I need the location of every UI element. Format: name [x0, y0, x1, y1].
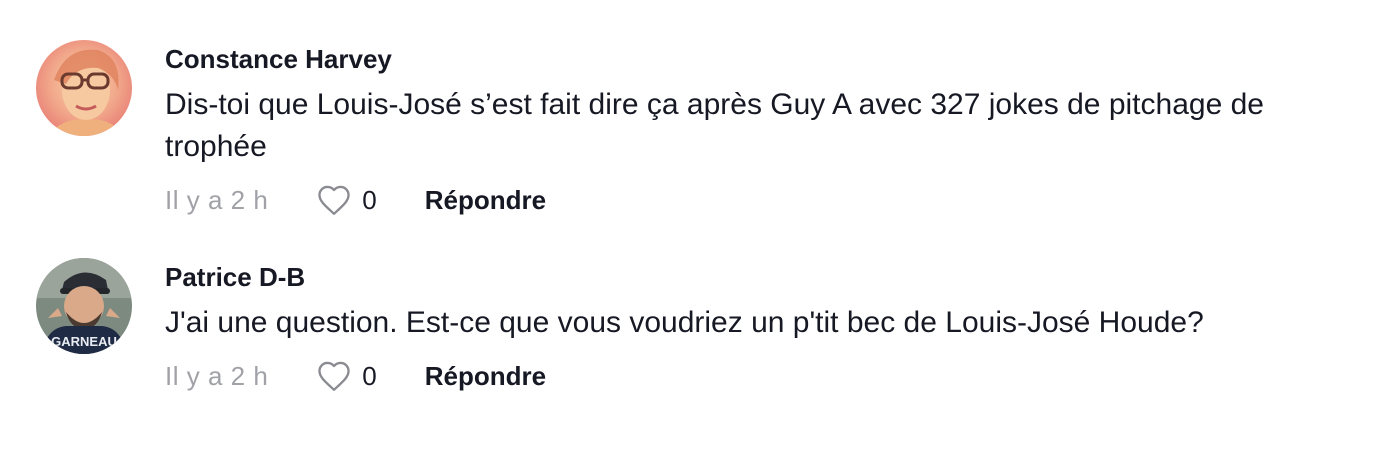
avatar-photo: GARNEAU: [36, 258, 132, 354]
comment-actions: Il y a 2 h 0 Répondre: [165, 180, 546, 220]
comment-timestamp: Il y a 2 h: [165, 360, 269, 391]
like-count: 0: [362, 360, 377, 391]
avatar[interactable]: [36, 40, 132, 136]
like-count: 0: [362, 184, 377, 215]
like-button[interactable]: 0: [316, 360, 377, 392]
like-button[interactable]: 0: [316, 184, 377, 216]
comment-text: Dis-toi que Louis-José s’est fait dire ç…: [165, 88, 1264, 163]
comment-username[interactable]: Patrice D-B: [165, 262, 305, 293]
heart-icon: [318, 361, 350, 391]
heart-icon: [318, 185, 350, 215]
comment-list: Constance Harvey Dis-toi que Louis-José …: [0, 0, 1386, 470]
comment-username[interactable]: Constance Harvey: [165, 44, 392, 75]
avatar-photo: [36, 40, 132, 136]
avatar[interactable]: GARNEAU: [36, 258, 132, 354]
reply-button[interactable]: Répondre: [425, 361, 546, 392]
avatar-shirt-text: GARNEAU: [51, 334, 117, 349]
comment-actions: Il y a 2 h 0 Répondre: [165, 356, 546, 396]
comment-text: J'ai une question. Est-ce que vous voudr…: [165, 306, 1204, 339]
comment-timestamp: Il y a 2 h: [165, 184, 269, 215]
reply-button[interactable]: Répondre: [425, 185, 546, 216]
